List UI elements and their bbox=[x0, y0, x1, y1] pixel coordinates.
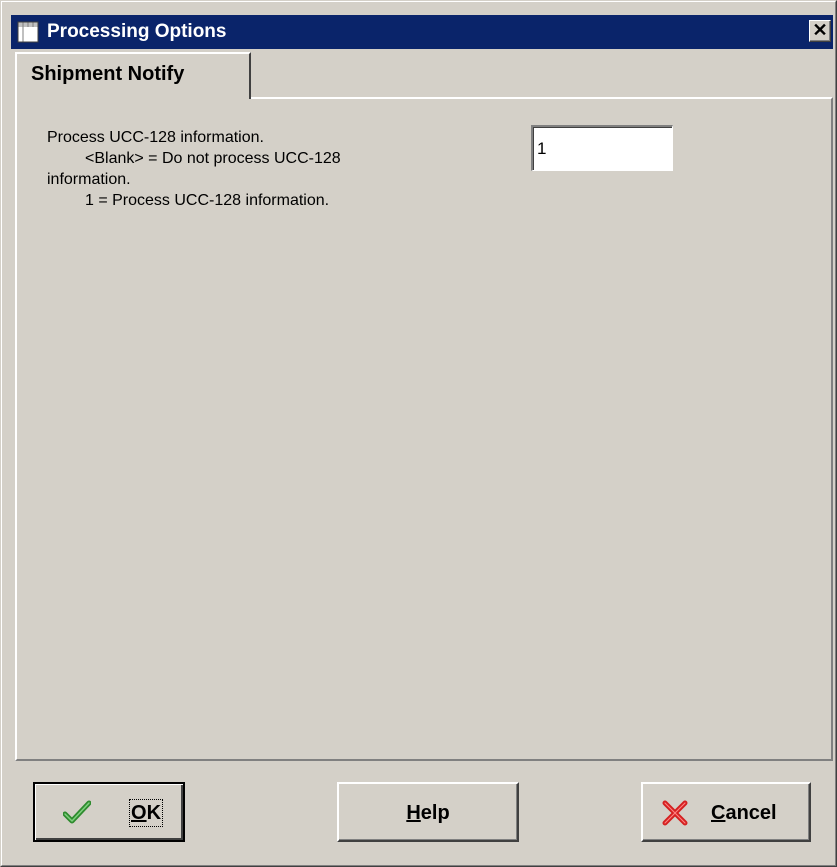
processing-options-window: Processing Options ✕ Shipment Notify Pro… bbox=[0, 0, 837, 867]
red-x-icon bbox=[662, 800, 688, 826]
ucc128-input[interactable] bbox=[531, 125, 673, 171]
title-bar[interactable]: Processing Options ✕ bbox=[11, 15, 833, 49]
window-app-icon bbox=[17, 21, 39, 43]
option-choice-one: 1 = Process UCC-128 information. bbox=[85, 192, 330, 209]
help-button[interactable]: Help bbox=[337, 782, 519, 842]
option-choice-blank: <Blank> = Do not process UCC-128 bbox=[85, 150, 341, 167]
close-button[interactable]: ✕ bbox=[809, 20, 831, 42]
tab-label: Shipment Notify bbox=[31, 63, 185, 85]
ok-label: OK bbox=[128, 799, 164, 827]
ok-button[interactable]: OK bbox=[33, 782, 185, 842]
cancel-label: Cancel bbox=[711, 802, 777, 824]
tab-shipment-notify[interactable]: Shipment Notify bbox=[15, 52, 251, 99]
tab-panel: Process UCC-128 information. <Blank> = D… bbox=[15, 97, 833, 761]
checkmark-icon bbox=[63, 800, 91, 824]
option-description: Process UCC-128 information. <Blank> = D… bbox=[47, 127, 467, 211]
close-icon: ✕ bbox=[812, 20, 828, 40]
option-label: Process UCC-128 information. bbox=[47, 129, 264, 146]
cancel-button[interactable]: Cancel bbox=[641, 782, 811, 842]
help-label: Help bbox=[406, 802, 450, 824]
window-title: Processing Options bbox=[47, 21, 227, 42]
option-choice-blank-wrap: information. bbox=[47, 171, 131, 188]
